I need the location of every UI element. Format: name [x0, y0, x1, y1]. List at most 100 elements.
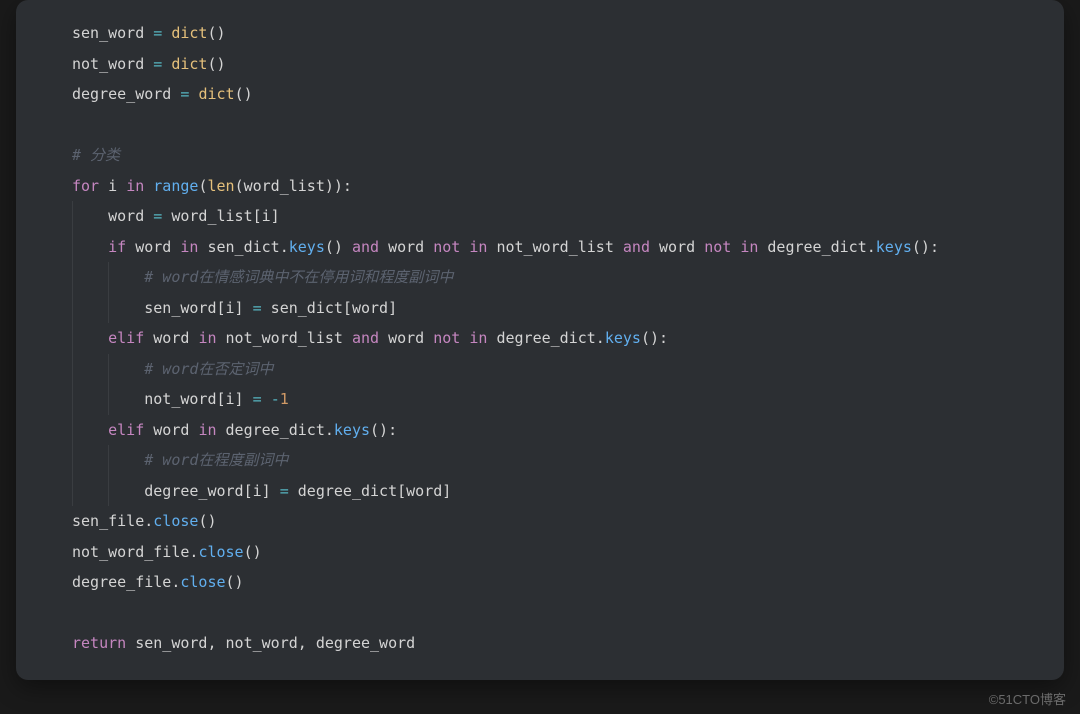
- code-line[interactable]: sen_file.close(): [16, 506, 1064, 537]
- indent-guide: [72, 232, 73, 263]
- code-token: =: [153, 55, 162, 73]
- code-token: close: [180, 573, 225, 591]
- code-line[interactable]: # word在否定词中: [16, 354, 1064, 385]
- code-token: if: [108, 238, 126, 256]
- code-token: # word在否定词中: [144, 360, 273, 378]
- code-line[interactable]: degree_word[i] = degree_dict[word]: [16, 476, 1064, 507]
- code-token: keys: [334, 421, 370, 439]
- code-token: ():: [370, 421, 397, 439]
- code-token: in: [740, 238, 758, 256]
- code-line[interactable]: if word in sen_dict.keys() and word not …: [16, 232, 1064, 263]
- code-token: [731, 238, 740, 256]
- code-token: # word在程度副词中: [144, 451, 288, 469]
- code-token: =: [153, 207, 162, 225]
- code-token: sen_word[i]: [144, 299, 252, 317]
- code-token: keys: [289, 238, 325, 256]
- indent-guide: [72, 354, 73, 385]
- code-token: (): [207, 55, 225, 73]
- indent-guide: [108, 262, 109, 293]
- code-line[interactable]: not_word_file.close(): [16, 537, 1064, 568]
- code-token: not_word_list: [217, 329, 352, 347]
- code-token: not_word[i]: [144, 390, 252, 408]
- code-token: return: [72, 634, 126, 652]
- code-token: dict: [198, 85, 234, 103]
- code-token: word: [650, 238, 704, 256]
- code-line[interactable]: # word在情感词典中不在停用词和程度副词中: [16, 262, 1064, 293]
- code-token: keys: [876, 238, 912, 256]
- code-token: close: [153, 512, 198, 530]
- code-token: =: [280, 482, 289, 500]
- code-token: keys: [605, 329, 641, 347]
- code-token: i: [99, 177, 126, 195]
- code-token: sen_word, not_word, degree_word: [126, 634, 415, 652]
- code-token: not_word_file.: [72, 543, 198, 561]
- code-token: (): [226, 573, 244, 591]
- code-token: and: [352, 238, 379, 256]
- indent-guide: [72, 445, 73, 476]
- code-token: not: [433, 238, 460, 256]
- code-token: [144, 177, 153, 195]
- indent-guide: [72, 384, 73, 415]
- code-token: in: [469, 329, 487, 347]
- indent-guide: [108, 384, 109, 415]
- code-token: (): [325, 238, 352, 256]
- code-token: in: [198, 421, 216, 439]
- code-token: for: [72, 177, 99, 195]
- code-content[interactable]: sen_word = dict()not_word = dict()degree…: [16, 18, 1064, 659]
- indent-guide: [108, 445, 109, 476]
- indent-guide: [72, 415, 73, 446]
- code-token: (): [235, 85, 253, 103]
- code-line[interactable]: elif word in not_word_list and word not …: [16, 323, 1064, 354]
- code-line[interactable]: word = word_list[i]: [16, 201, 1064, 232]
- code-token: [262, 390, 271, 408]
- code-line[interactable]: [16, 598, 1064, 629]
- code-token: (): [207, 24, 225, 42]
- code-token: degree_dict.: [758, 238, 875, 256]
- code-line[interactable]: not_word = dict(): [16, 49, 1064, 80]
- code-line[interactable]: [16, 110, 1064, 141]
- code-line[interactable]: for i in range(len(word_list)):: [16, 171, 1064, 202]
- code-token: not: [433, 329, 460, 347]
- code-token: degree_dict.: [217, 421, 334, 439]
- code-token: degree_word: [72, 85, 180, 103]
- code-line[interactable]: degree_word = dict(): [16, 79, 1064, 110]
- code-token: close: [198, 543, 243, 561]
- code-token: sen_file.: [72, 512, 153, 530]
- code-token: (): [244, 543, 262, 561]
- code-token: not_word_list: [487, 238, 622, 256]
- code-token: (word_list)):: [235, 177, 352, 195]
- code-token: in: [126, 177, 144, 195]
- code-token: sen_dict.: [198, 238, 288, 256]
- code-line[interactable]: # word在程度副词中: [16, 445, 1064, 476]
- indent-guide: [72, 476, 73, 507]
- code-editor[interactable]: sen_word = dict()not_word = dict()degree…: [16, 0, 1064, 680]
- code-line[interactable]: sen_word[i] = sen_dict[word]: [16, 293, 1064, 324]
- indent-guide: [72, 293, 73, 324]
- indent-guide: [72, 323, 73, 354]
- code-token: word: [144, 329, 198, 347]
- code-line[interactable]: not_word[i] = -1: [16, 384, 1064, 415]
- code-line[interactable]: elif word in degree_dict.keys():: [16, 415, 1064, 446]
- code-token: in: [180, 238, 198, 256]
- code-line[interactable]: return sen_word, not_word, degree_word: [16, 628, 1064, 659]
- code-token: in: [198, 329, 216, 347]
- code-token: [162, 24, 171, 42]
- code-line[interactable]: degree_file.close(): [16, 567, 1064, 598]
- code-line[interactable]: sen_word = dict(): [16, 18, 1064, 49]
- code-line[interactable]: # 分类: [16, 140, 1064, 171]
- code-token: and: [352, 329, 379, 347]
- code-token: # word在情感词典中不在停用词和程度副词中: [144, 268, 453, 286]
- code-token: and: [623, 238, 650, 256]
- code-token: dict: [171, 24, 207, 42]
- indent-guide: [108, 476, 109, 507]
- code-token: ():: [912, 238, 939, 256]
- code-token: degree_dict[word]: [289, 482, 452, 500]
- code-token: word: [379, 329, 433, 347]
- code-token: -: [271, 390, 280, 408]
- code-token: sen_dict[word]: [262, 299, 397, 317]
- watermark-text: ©51CTO博客: [989, 689, 1066, 708]
- code-token: word: [126, 238, 180, 256]
- indent-guide: [108, 354, 109, 385]
- code-token: len: [207, 177, 234, 195]
- code-token: =: [253, 299, 262, 317]
